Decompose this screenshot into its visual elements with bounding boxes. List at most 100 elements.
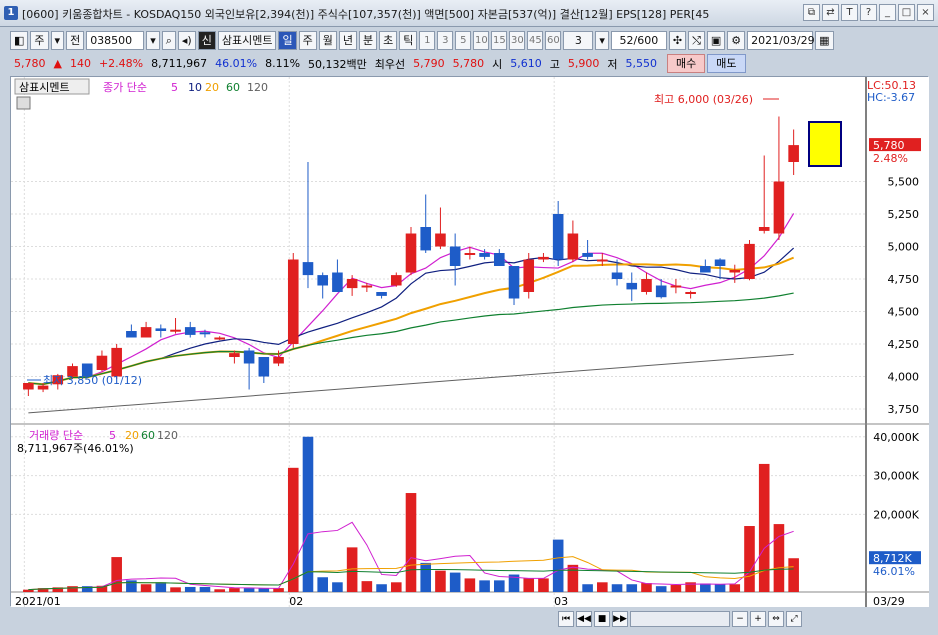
volume-pct-label: 46.01% — [873, 565, 915, 578]
window-title: [0600] 키움종합차트 - KOSDAQ150 외국인보유[2,394(천)… — [22, 8, 710, 21]
volume-bar — [199, 586, 211, 592]
interval-3[interactable]: 3 — [437, 30, 454, 50]
open-price: 5,610 — [510, 57, 542, 70]
sell-button[interactable]: 매도 — [707, 54, 746, 73]
candle-body — [685, 292, 696, 294]
candle-body — [508, 266, 520, 299]
candle-body — [641, 279, 652, 292]
price-tick-label: 4,500 — [888, 306, 920, 319]
maximize-icon[interactable]: □ — [898, 4, 915, 21]
search-icon[interactable]: ⌕ — [161, 30, 176, 50]
close-icon[interactable]: × — [917, 4, 934, 21]
price-tick-label: 4,750 — [888, 273, 920, 286]
dropdown-icon[interactable]: ▾ — [50, 30, 65, 50]
zoom-in-icon[interactable]: + — [750, 611, 766, 627]
date-field[interactable]: 2021/03/29 — [747, 30, 815, 50]
volume-bar — [744, 526, 755, 592]
candle-body — [111, 347, 122, 377]
market-select[interactable]: 주 — [30, 30, 49, 50]
period-minute[interactable]: 분 — [358, 30, 378, 50]
chart-toolbar: ◧ 주 ▾ 전 038500 ▾ ⌕ ◂) 신 삼표시멘트 일 주 월 년 분 … — [10, 29, 928, 51]
volume-bar — [155, 582, 167, 592]
volume-tick-label: 40,000K — [873, 431, 919, 444]
volume-bar — [67, 586, 78, 592]
calendar-icon[interactable]: ▦ — [815, 30, 834, 50]
period-year[interactable]: 년 — [338, 30, 357, 50]
tool-icon[interactable]: ⤭ — [688, 30, 705, 50]
save-icon[interactable]: ▣ — [706, 30, 726, 50]
chart-panel[interactable]: 5,500 5,250 5,000 4,750 4,500 4,250 4,000 3,750… — [10, 76, 929, 607]
restore-icon[interactable]: ⧉ — [803, 4, 820, 21]
next-page-icon[interactable]: ▶▶ — [612, 611, 628, 627]
candle-body — [332, 272, 343, 292]
candle-body — [302, 262, 314, 276]
ask-price: 5,790 — [413, 57, 445, 70]
legend-series: 종가 단순 — [103, 81, 147, 94]
code-dropdown-icon[interactable]: ▾ — [146, 30, 160, 50]
price-tick-label: 5,250 — [888, 208, 920, 221]
buy-button[interactable]: 매수 — [667, 54, 706, 73]
volume-bar — [111, 557, 122, 592]
scroll-slider[interactable] — [630, 611, 730, 627]
link-icon[interactable]: ⇄ — [822, 4, 839, 21]
candle-body — [494, 253, 505, 266]
candle-body — [317, 275, 328, 286]
count-dropdown-icon[interactable]: ▾ — [595, 30, 609, 50]
volume-bar — [626, 584, 638, 592]
candle-body — [523, 259, 535, 292]
period-tick[interactable]: 틱 — [399, 30, 418, 50]
up-arrow-icon: ▲ — [53, 57, 62, 70]
candle-body — [184, 327, 196, 335]
interval-1[interactable]: 1 — [419, 30, 436, 50]
price-volume-chart[interactable]: 5,500 5,250 5,000 4,750 4,500 4,250 4,000 3,750… — [11, 77, 929, 607]
candle-body — [199, 332, 211, 335]
volume: 8,711,967 — [151, 57, 208, 70]
pin-icon[interactable]: T — [841, 4, 858, 21]
fit-icon[interactable]: ⇔ — [768, 611, 784, 627]
settings-icon[interactable]: ⚙ — [727, 30, 746, 50]
quote-bar: 5,780 ▲ 140 +2.48% 8,711,967 46.01% 8.11… — [10, 53, 928, 74]
expand-icon[interactable]: ⤢ — [786, 611, 802, 627]
interval-45[interactable]: 45 — [527, 30, 544, 50]
volume-bar — [611, 584, 623, 592]
candle-body — [744, 243, 755, 279]
period-count-select[interactable]: 3 — [563, 30, 594, 50]
zoom-out-icon[interactable]: − — [732, 611, 748, 627]
volume-bar — [302, 436, 314, 592]
crosshair-icon[interactable]: ✣ — [668, 30, 687, 50]
candle-body — [582, 253, 593, 257]
volume-bar — [729, 584, 741, 592]
volume-bar — [184, 586, 196, 592]
period-day[interactable]: 일 — [278, 30, 297, 50]
period-month[interactable]: 월 — [318, 30, 337, 50]
minimize-icon[interactable]: _ — [879, 4, 896, 21]
period-week[interactable]: 주 — [298, 30, 317, 50]
first-page-icon[interactable]: ⏮ — [558, 611, 574, 627]
interval-60[interactable]: 60 — [545, 30, 562, 50]
stock-code-input[interactable]: 038500 — [86, 30, 145, 50]
sound-icon[interactable]: ◂) — [177, 30, 196, 50]
volume-bar — [788, 558, 799, 592]
period-second[interactable]: 초 — [379, 30, 398, 50]
open-label: 시 — [492, 57, 503, 71]
candle-body — [405, 233, 417, 273]
price-tick-label: 4,250 — [888, 338, 920, 351]
volume-bar — [376, 584, 387, 592]
legend-ma-10: 10 — [188, 81, 202, 94]
layout-icon[interactable]: ◧ — [10, 30, 29, 50]
candle-body — [390, 275, 402, 286]
interval-10[interactable]: 10 — [473, 30, 490, 50]
x-label-jan: 2021/01 — [15, 595, 61, 607]
candle-body — [464, 253, 476, 255]
prev-page-icon[interactable]: ◀◀ — [576, 611, 592, 627]
interval-30[interactable]: 30 — [509, 30, 526, 50]
volume-bar — [435, 570, 446, 592]
volume-bar — [464, 578, 476, 592]
interval-5[interactable]: 5 — [455, 30, 472, 50]
stop-icon[interactable]: ■ — [594, 611, 610, 627]
interval-15[interactable]: 15 — [491, 30, 508, 50]
data-count-field[interactable]: 52/600 — [610, 30, 667, 50]
candle-body — [96, 355, 108, 370]
mode-select[interactable]: 전 — [66, 30, 85, 50]
help-icon[interactable]: ? — [860, 4, 877, 21]
